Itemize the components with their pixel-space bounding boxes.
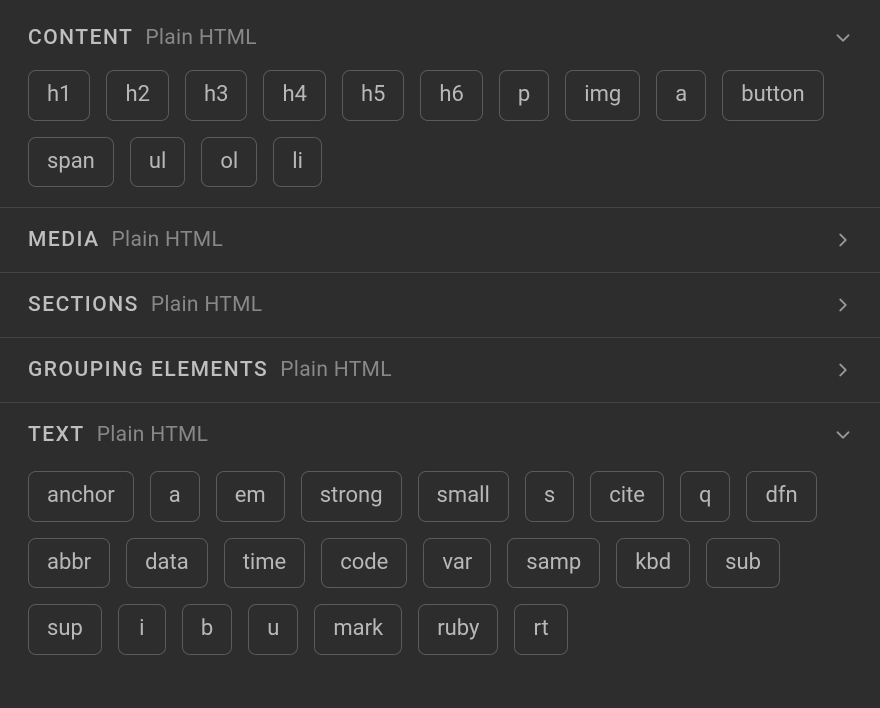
chevron-right-icon xyxy=(832,229,854,251)
section-title: SECTIONS xyxy=(28,293,139,317)
element-picker-panel: CONTENT Plain HTML h1 h2 h3 h4 h5 h6 p i… xyxy=(0,0,880,671)
tag-sub[interactable]: sub xyxy=(706,538,780,589)
section-header-text[interactable]: TEXT Plain HTML xyxy=(0,403,880,467)
tag-strong[interactable]: strong xyxy=(301,471,402,522)
tag-h4[interactable]: h4 xyxy=(263,70,325,121)
section-media: MEDIA Plain HTML xyxy=(0,208,880,273)
tag-b[interactable]: b xyxy=(182,604,232,655)
section-header-sections[interactable]: SECTIONS Plain HTML xyxy=(0,273,880,337)
section-title: MEDIA xyxy=(28,228,100,252)
tag-small[interactable]: small xyxy=(418,471,509,522)
tag-ol[interactable]: ol xyxy=(201,137,257,188)
tag-time[interactable]: time xyxy=(224,538,306,589)
section-title: CONTENT xyxy=(28,26,133,50)
section-header-grouping[interactable]: GROUPING ELEMENTS Plain HTML xyxy=(0,338,880,402)
tag-dfn[interactable]: dfn xyxy=(746,471,816,522)
tag-ul[interactable]: ul xyxy=(130,137,185,188)
section-subtitle: Plain HTML xyxy=(280,358,392,382)
tag-kbd[interactable]: kbd xyxy=(616,538,690,589)
tag-button[interactable]: button xyxy=(722,70,823,121)
section-subtitle: Plain HTML xyxy=(145,26,257,50)
section-grouping: GROUPING ELEMENTS Plain HTML xyxy=(0,338,880,403)
tag-q[interactable]: q xyxy=(680,471,731,522)
tag-li[interactable]: li xyxy=(273,137,322,188)
section-subtitle: Plain HTML xyxy=(151,293,263,317)
chevron-right-icon xyxy=(832,294,854,316)
tag-var[interactable]: var xyxy=(423,538,491,589)
section-subtitle: Plain HTML xyxy=(97,423,209,447)
chevron-down-icon xyxy=(832,424,854,446)
tag-s[interactable]: s xyxy=(525,471,574,522)
section-body-text: anchor a em strong small s cite q dfn ab… xyxy=(0,467,880,671)
tag-samp[interactable]: samp xyxy=(507,538,600,589)
section-text: TEXT Plain HTML anchor a em strong small… xyxy=(0,403,880,671)
tag-em[interactable]: em xyxy=(216,471,285,522)
tag-h2[interactable]: h2 xyxy=(106,70,168,121)
tag-code[interactable]: code xyxy=(321,538,407,589)
section-header-content[interactable]: CONTENT Plain HTML xyxy=(0,0,880,66)
tag-h3[interactable]: h3 xyxy=(185,70,247,121)
tag-span[interactable]: span xyxy=(28,137,114,188)
tag-ruby[interactable]: ruby xyxy=(418,604,498,655)
tag-a[interactable]: a xyxy=(150,471,200,522)
section-content: CONTENT Plain HTML h1 h2 h3 h4 h5 h6 p i… xyxy=(0,0,880,208)
tag-i[interactable]: i xyxy=(118,604,166,655)
tag-h5[interactable]: h5 xyxy=(342,70,404,121)
tag-p[interactable]: p xyxy=(499,70,549,121)
tag-img[interactable]: img xyxy=(565,70,640,121)
tag-u[interactable]: u xyxy=(248,604,298,655)
tag-a[interactable]: a xyxy=(656,70,706,121)
tag-cite[interactable]: cite xyxy=(590,471,664,522)
section-title: GROUPING ELEMENTS xyxy=(28,358,268,382)
tag-abbr[interactable]: abbr xyxy=(28,538,110,589)
tag-sup[interactable]: sup xyxy=(28,604,102,655)
section-subtitle: Plain HTML xyxy=(112,228,224,252)
tag-h6[interactable]: h6 xyxy=(420,70,482,121)
tag-anchor[interactable]: anchor xyxy=(28,471,134,522)
chevron-down-icon xyxy=(832,27,854,49)
chevron-right-icon xyxy=(832,359,854,381)
tag-data[interactable]: data xyxy=(126,538,208,589)
tag-mark[interactable]: mark xyxy=(314,604,402,655)
section-sections: SECTIONS Plain HTML xyxy=(0,273,880,338)
tag-rt[interactable]: rt xyxy=(514,604,567,655)
section-header-media[interactable]: MEDIA Plain HTML xyxy=(0,208,880,272)
section-body-content: h1 h2 h3 h4 h5 h6 p img a button span ul… xyxy=(0,66,880,207)
section-title: TEXT xyxy=(28,423,85,447)
tag-h1[interactable]: h1 xyxy=(28,70,90,121)
